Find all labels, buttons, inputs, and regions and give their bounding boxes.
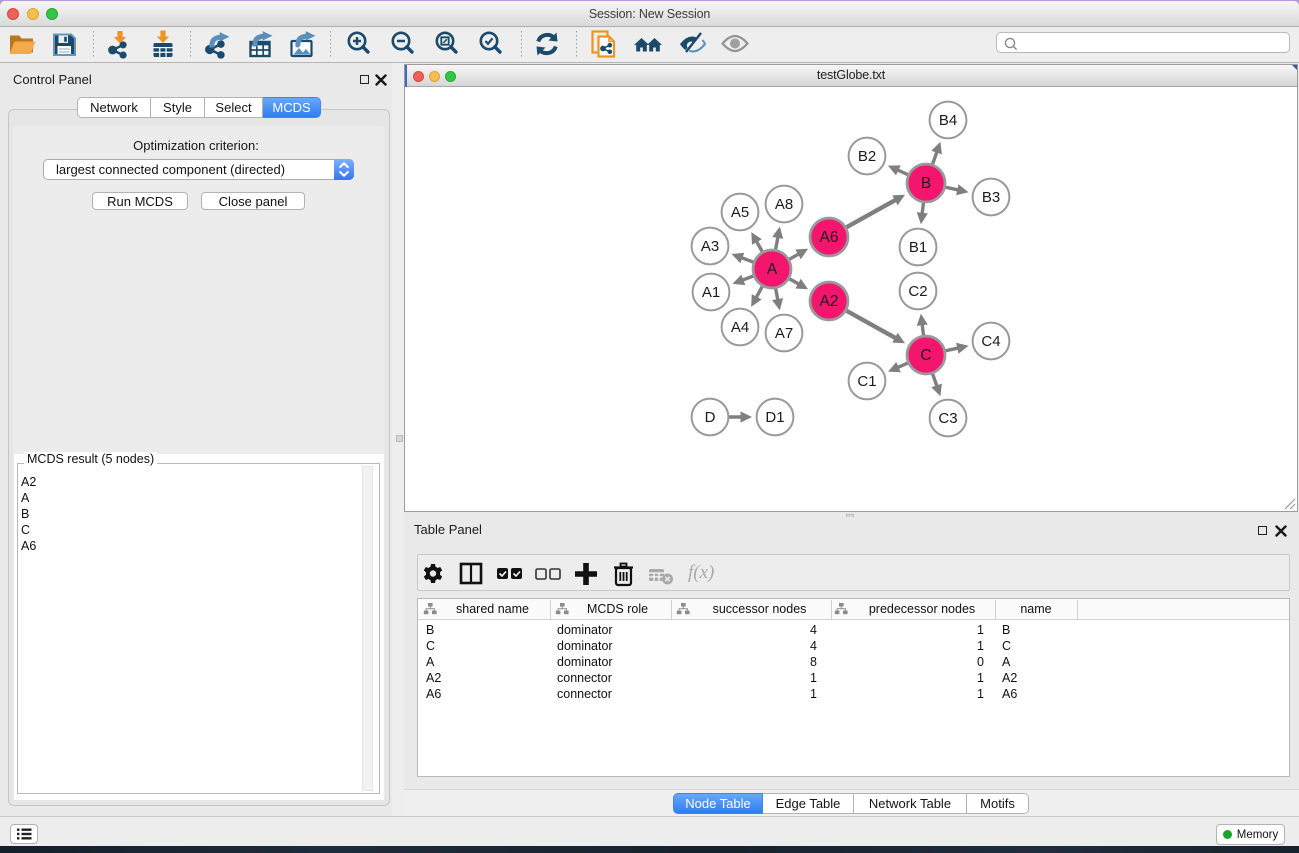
svg-text:A8: A8: [775, 196, 793, 213]
svg-text:C4: C4: [981, 333, 1000, 350]
svg-text:C2: C2: [908, 283, 927, 300]
svg-text:A7: A7: [775, 325, 793, 342]
svg-text:B: B: [921, 175, 931, 192]
svg-text:D: D: [705, 409, 716, 426]
svg-text:B3: B3: [982, 189, 1000, 206]
svg-text:A4: A4: [731, 319, 749, 336]
svg-text:A5: A5: [731, 204, 749, 221]
svg-text:A: A: [767, 261, 778, 278]
svg-text:B4: B4: [939, 112, 957, 129]
svg-text:B1: B1: [909, 239, 927, 256]
svg-text:C3: C3: [938, 410, 957, 427]
svg-text:A2: A2: [820, 293, 839, 310]
svg-text:D1: D1: [765, 409, 784, 426]
svg-text:C1: C1: [857, 373, 876, 390]
svg-text:A3: A3: [701, 238, 719, 255]
svg-text:A1: A1: [702, 284, 720, 301]
svg-text:C: C: [920, 347, 931, 364]
svg-text:A6: A6: [820, 229, 839, 246]
svg-text:B2: B2: [858, 148, 876, 165]
